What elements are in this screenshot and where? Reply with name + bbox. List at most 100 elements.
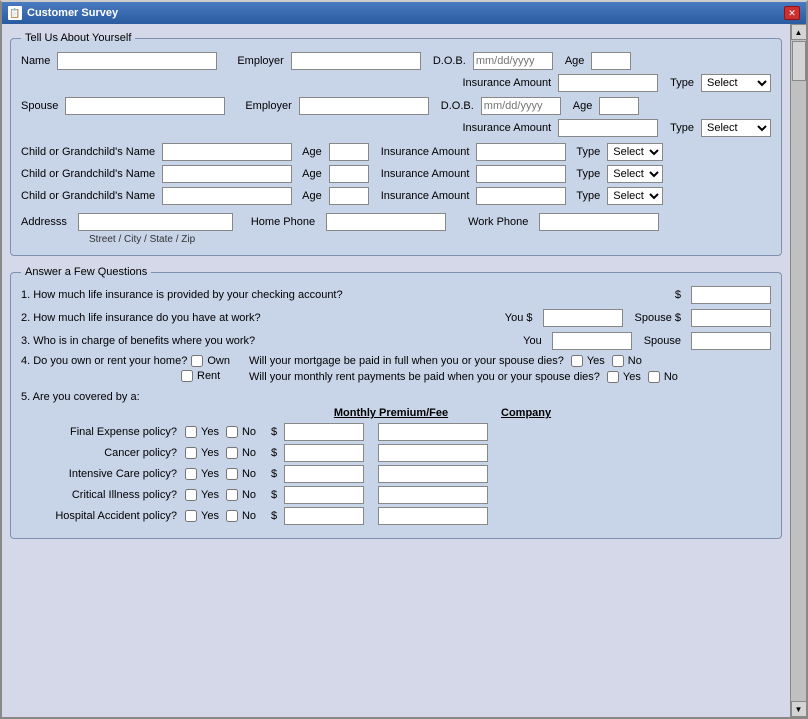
insurance-amount-label-1: Insurance Amount xyxy=(462,77,551,89)
street-hint-text: Street / City / State / Zip xyxy=(89,234,195,245)
policy-row-3: Intensive Care policy? Yes No $ xyxy=(21,465,771,483)
policy-row-1: Final Expense policy? Yes No $ xyxy=(21,423,771,441)
rent-no-label: No xyxy=(664,371,678,383)
hospital-no-label: No xyxy=(242,510,256,522)
cancer-premium-input[interactable] xyxy=(284,444,364,462)
critical-yes-label: Yes xyxy=(201,489,219,501)
tell-us-legend: Tell Us About Yourself xyxy=(21,32,135,44)
mortgage-q-text: Will your mortgage be paid in full when … xyxy=(249,355,564,367)
dob-input[interactable] xyxy=(473,52,553,70)
q3-you-label: You xyxy=(523,335,545,347)
rent-yes-checkbox[interactable] xyxy=(607,371,619,383)
insurance-amount-input-2[interactable] xyxy=(558,119,658,137)
scroll-down-button[interactable]: ▼ xyxy=(791,701,807,717)
final-no-cb[interactable] xyxy=(226,426,238,438)
hospital-yes-cb[interactable] xyxy=(185,510,197,522)
mortgage-yes-checkbox[interactable] xyxy=(571,355,583,367)
child-name-input-3[interactable] xyxy=(162,187,292,205)
child-age-input-3[interactable] xyxy=(329,187,369,205)
rent-yes-label: Yes xyxy=(623,371,641,383)
work-phone-input[interactable] xyxy=(539,213,659,231)
policy-header-row: Monthly Premium/Fee Company xyxy=(181,407,771,419)
cancer-yes-cb[interactable] xyxy=(185,447,197,459)
q4-section: 4. Do you own or rent your home? Own Ren… xyxy=(21,355,771,383)
spouse-input[interactable] xyxy=(65,97,225,115)
hospital-premium-input[interactable] xyxy=(284,507,364,525)
mortgage-no-checkbox[interactable] xyxy=(612,355,624,367)
q4-text: 4. Do you own or rent your home? xyxy=(21,355,187,367)
q2-text: 2. How much life insurance do you have a… xyxy=(21,312,261,324)
address-row: Addresss Home Phone Work Phone xyxy=(21,213,771,231)
intensive-premium-input[interactable] xyxy=(284,465,364,483)
cancer-no-cb[interactable] xyxy=(226,447,238,459)
scroll-up-button[interactable]: ▲ xyxy=(791,24,807,40)
child-type-label-2: Type xyxy=(576,168,600,180)
rent-checkbox[interactable] xyxy=(181,370,193,382)
q1-text: 1. How much life insurance is provided b… xyxy=(21,289,343,301)
final-company-input[interactable] xyxy=(378,423,488,441)
child-ins-input-1[interactable] xyxy=(476,143,566,161)
scroll-thumb[interactable] xyxy=(792,41,806,81)
child-type-select-2[interactable]: Select Term Whole xyxy=(607,165,663,183)
q3-you-input[interactable] xyxy=(552,332,632,350)
age-input[interactable] xyxy=(591,52,631,70)
critical-yes-cb[interactable] xyxy=(185,489,197,501)
critical-company-input[interactable] xyxy=(378,486,488,504)
insurance-amount-input-1[interactable] xyxy=(558,74,658,92)
critical-no-cb[interactable] xyxy=(226,489,238,501)
final-premium-input[interactable] xyxy=(284,423,364,441)
hospital-company-input[interactable] xyxy=(378,507,488,525)
hospital-no-cb[interactable] xyxy=(226,510,238,522)
own-checkbox[interactable] xyxy=(191,355,203,367)
q4-row: 4. Do you own or rent your home? Own xyxy=(21,355,233,367)
spouse-dob-input[interactable] xyxy=(481,97,561,115)
name-input[interactable] xyxy=(57,52,217,70)
child-ins-input-2[interactable] xyxy=(476,165,566,183)
child-age-input-2[interactable] xyxy=(329,165,369,183)
spouse-age-input[interactable] xyxy=(599,97,639,115)
spouse-employer-input[interactable] xyxy=(299,97,429,115)
q1-input[interactable] xyxy=(691,286,771,304)
child-ins-label-2: Insurance Amount xyxy=(381,168,470,180)
employer-input[interactable] xyxy=(291,52,421,70)
home-phone-input[interactable] xyxy=(326,213,446,231)
rent-no-checkbox[interactable] xyxy=(648,371,660,383)
final-dollar: $ xyxy=(271,426,277,438)
intensive-no-cb[interactable] xyxy=(226,468,238,480)
insurance-row-spouse: Insurance Amount Type Select Term Whole … xyxy=(21,119,771,137)
child-age-input-1[interactable] xyxy=(329,143,369,161)
child-name-input-2[interactable] xyxy=(162,165,292,183)
child-type-select-1[interactable]: Select Term Whole xyxy=(607,143,663,161)
age-label: Age xyxy=(565,55,585,67)
child-age-label-1: Age xyxy=(302,146,322,158)
policy-row-4: Critical Illness policy? Yes No $ xyxy=(21,486,771,504)
type-select-2[interactable]: Select Term Whole Universal xyxy=(701,119,771,137)
policy-name-1: Final Expense policy? xyxy=(21,426,181,438)
own-label: Own xyxy=(207,355,230,367)
type-select-1[interactable]: Select Term Whole Universal xyxy=(701,74,771,92)
cancer-company-input[interactable] xyxy=(378,444,488,462)
child-type-select-3[interactable]: Select Term Whole xyxy=(607,187,663,205)
q2-you-input[interactable] xyxy=(543,309,623,327)
spouse-row: Spouse Employer D.O.B. Age xyxy=(21,97,771,115)
cancer-yes-label: Yes xyxy=(201,447,219,459)
q3-text: 3. Who is in charge of benefits where yo… xyxy=(21,335,255,347)
child-ins-input-3[interactable] xyxy=(476,187,566,205)
address-input[interactable] xyxy=(78,213,233,231)
final-yes-cb[interactable] xyxy=(185,426,197,438)
intensive-yes-label: Yes xyxy=(201,468,219,480)
close-button[interactable]: ✕ xyxy=(784,6,800,20)
child-name-input-1[interactable] xyxy=(162,143,292,161)
scrollbar[interactable]: ▲ ▼ xyxy=(790,24,806,717)
intensive-company-input[interactable] xyxy=(378,465,488,483)
child-row-1: Child or Grandchild's Name Age Insurance… xyxy=(21,143,771,161)
q2-spouse-input[interactable] xyxy=(691,309,771,327)
critical-premium-input[interactable] xyxy=(284,486,364,504)
intensive-yes-cb[interactable] xyxy=(185,468,197,480)
mortgage-yes-label: Yes xyxy=(587,355,605,367)
child-row-2: Child or Grandchild's Name Age Insurance… xyxy=(21,165,771,183)
insurance-amount-label-2: Insurance Amount xyxy=(462,122,551,134)
q3-spouse-input[interactable] xyxy=(691,332,771,350)
scroll-track xyxy=(791,40,806,701)
child-label-1: Child or Grandchild's Name xyxy=(21,146,155,158)
